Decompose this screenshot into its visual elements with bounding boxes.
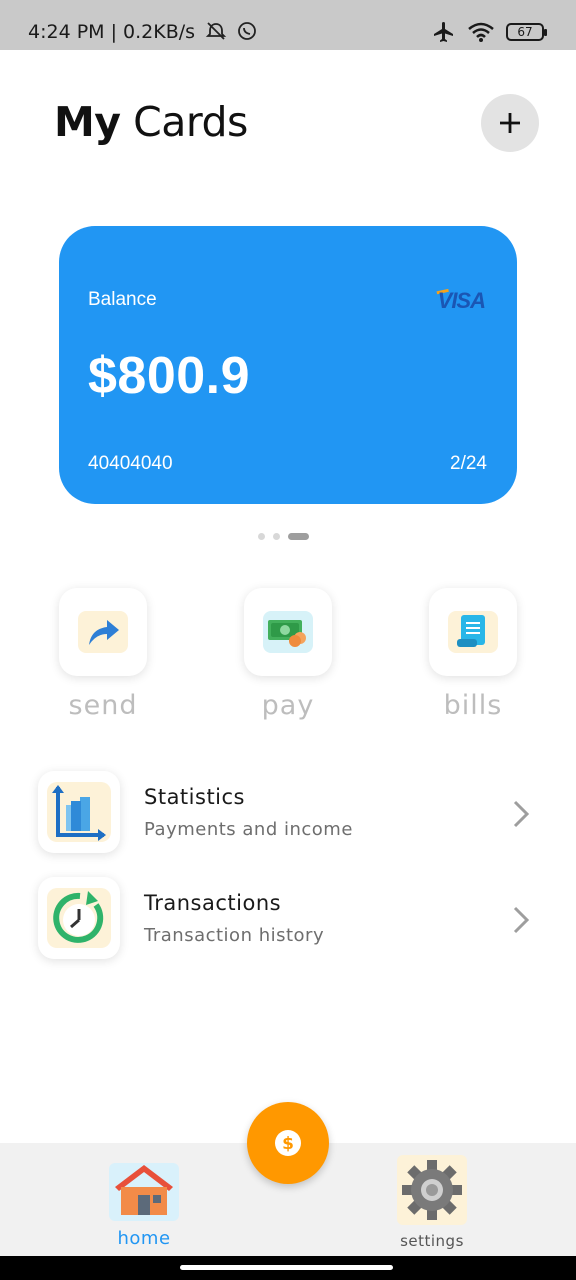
plus-icon bbox=[500, 113, 520, 133]
nav-settings-label: settings bbox=[400, 1232, 464, 1250]
history-clock-icon bbox=[53, 891, 104, 943]
dollar-icon: $ bbox=[275, 1130, 301, 1156]
carousel-dot[interactable] bbox=[258, 533, 265, 540]
status-bar: 4:24 PM | 0.2KB/s 67 bbox=[0, 0, 576, 50]
statistics-chart-icon bbox=[52, 785, 106, 841]
money-icon bbox=[268, 620, 306, 647]
home-icon bbox=[109, 1163, 179, 1221]
payment-fab-button[interactable]: $ bbox=[247, 1102, 329, 1184]
whatsapp-icon bbox=[238, 22, 257, 40]
card-number: 40404040 bbox=[88, 453, 173, 474]
card-balance-label: Balance bbox=[88, 289, 157, 310]
airplane-icon bbox=[434, 22, 453, 42]
statistics-subtitle: Payments and income bbox=[144, 819, 353, 840]
transactions-icon-tile bbox=[38, 877, 120, 959]
balance-card[interactable]: Balance VISA $800.9 40404040 2/24 bbox=[59, 226, 517, 504]
mute-icon bbox=[205, 22, 227, 40]
pay-button[interactable] bbox=[244, 588, 332, 676]
bills-icon-bg bbox=[448, 611, 498, 653]
card-balance-amount: $800.9 bbox=[88, 347, 251, 405]
pay-label: pay bbox=[261, 690, 315, 721]
nav-settings[interactable]: settings bbox=[394, 1155, 470, 1250]
visa-logo: VISA bbox=[437, 288, 486, 313]
send-arrow-icon bbox=[89, 620, 119, 645]
page-title-rest: Cards bbox=[133, 98, 248, 146]
carousel-indicator bbox=[258, 533, 309, 540]
nav-home-label: home bbox=[117, 1228, 171, 1249]
list-item-transactions[interactable]: Transactions Transaction history bbox=[38, 877, 538, 961]
statistics-icon-tile bbox=[38, 771, 120, 853]
add-card-button[interactable] bbox=[481, 94, 539, 152]
list-item-statistics[interactable]: Statistics Payments and income bbox=[38, 771, 538, 855]
bills-action[interactable]: bills bbox=[429, 588, 517, 721]
nav-home[interactable]: home bbox=[108, 1157, 180, 1249]
send-action[interactable]: send bbox=[59, 588, 147, 721]
system-navigation-bar bbox=[0, 1256, 576, 1280]
status-time: 4:24 PM | 0.2KB/s bbox=[28, 21, 257, 43]
bill-icon bbox=[457, 615, 485, 647]
chevron-right-icon bbox=[513, 800, 530, 828]
status-time-text: 4:24 PM | 0.2KB/s bbox=[28, 21, 196, 43]
pay-action[interactable]: pay bbox=[244, 588, 332, 721]
transactions-title: Transactions bbox=[144, 891, 282, 915]
card-expiry: 2/24 bbox=[450, 453, 487, 474]
bills-button[interactable] bbox=[429, 588, 517, 676]
statistics-title: Statistics bbox=[144, 785, 245, 809]
gear-icon bbox=[397, 1155, 467, 1225]
bills-label: bills bbox=[443, 690, 503, 721]
page-title: My Cards bbox=[54, 98, 248, 146]
battery-icon: 67 bbox=[506, 23, 547, 41]
svg-text:$: $ bbox=[282, 1134, 294, 1154]
send-label: send bbox=[68, 690, 138, 721]
carousel-dot[interactable] bbox=[273, 533, 280, 540]
transactions-subtitle: Transaction history bbox=[144, 925, 325, 946]
statistics-icon-bg bbox=[47, 782, 111, 842]
page-title-bold: My bbox=[54, 98, 121, 146]
transactions-icon-bg bbox=[47, 888, 111, 948]
send-button[interactable] bbox=[59, 588, 147, 676]
pay-icon-bg bbox=[263, 611, 313, 653]
chevron-right-icon bbox=[513, 906, 530, 934]
wifi-icon bbox=[468, 22, 494, 42]
send-icon-bg bbox=[78, 611, 128, 653]
home-gesture-bar[interactable] bbox=[180, 1265, 393, 1270]
carousel-dot-active[interactable] bbox=[288, 533, 309, 540]
battery-level: 67 bbox=[517, 25, 533, 39]
